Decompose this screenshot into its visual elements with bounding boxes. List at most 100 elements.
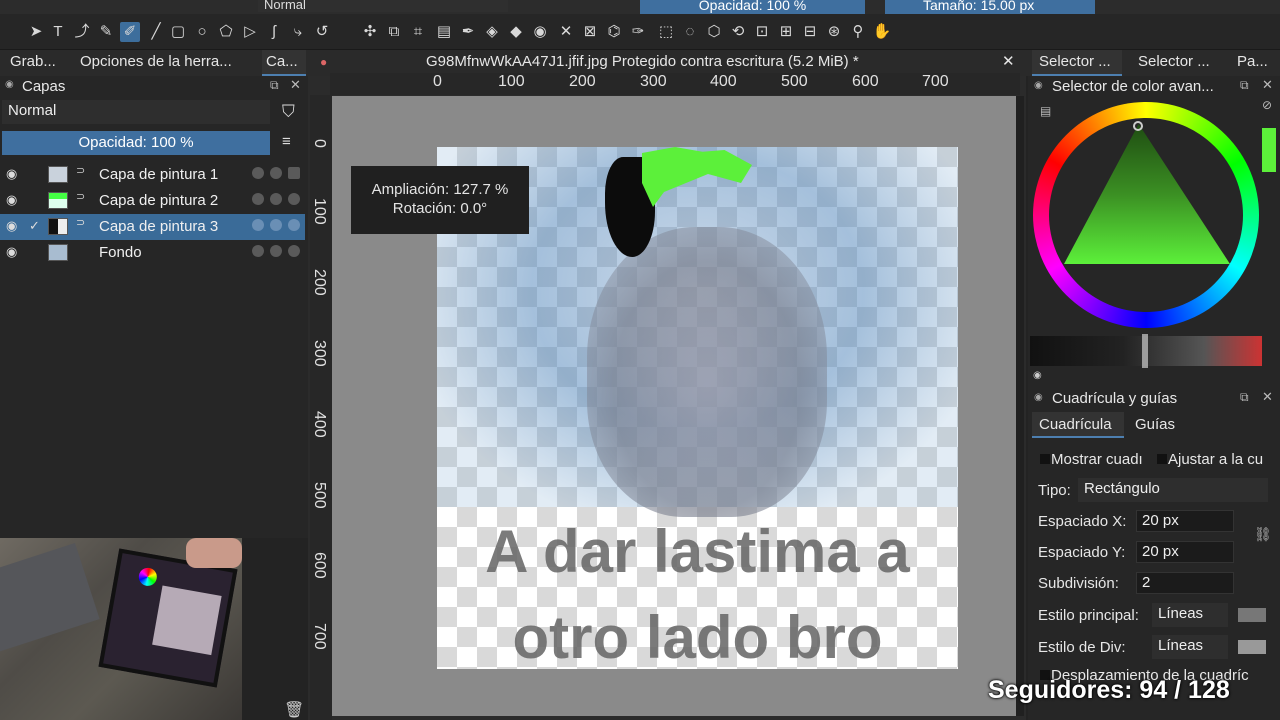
tab-advanced-color-selector[interactable]: Selector ... (1032, 50, 1122, 76)
main-color-swatch[interactable] (1238, 608, 1266, 622)
snap-grid-checkbox[interactable] (1157, 454, 1167, 464)
layer-row[interactable]: ◉ ⊃ Capa de pintura 2 (0, 188, 305, 214)
layer-opacity-slider[interactable]: Opacidad: 100 % (2, 131, 270, 155)
blend-mode-dropdown[interactable]: Normal (258, 0, 508, 12)
inherit-alpha-icon[interactable] (288, 167, 300, 179)
trash-icon[interactable]: 🗑 (284, 700, 304, 720)
div-color-swatch[interactable] (1238, 640, 1266, 654)
minimize-icon[interactable]: ◉ (1033, 370, 1042, 381)
transform-tool-icon[interactable]: ⧉ (384, 22, 404, 42)
history-slider-handle[interactable] (1142, 334, 1148, 368)
calligraphy-icon[interactable]: ✎ (96, 22, 116, 42)
visibility-eye-icon[interactable]: ◉ (6, 244, 17, 260)
alpha-icon[interactable] (270, 167, 282, 179)
tab-brush-presets[interactable]: Grab... (10, 50, 60, 76)
lock-icon[interactable] (252, 193, 264, 205)
main-style-select[interactable]: Líneas (1152, 603, 1228, 627)
close-panel-icon[interactable]: ✕ (1262, 77, 1273, 93)
bezier-select-icon[interactable]: ⊟ (800, 22, 820, 42)
layer-name[interactable]: Fondo (99, 244, 142, 261)
lock-icon[interactable] (252, 167, 264, 179)
ellipse-select-icon[interactable]: ◌ (680, 22, 700, 42)
alpha-icon[interactable] (270, 219, 282, 231)
spacing-x-field[interactable]: 20 px (1136, 510, 1234, 532)
layer-menu-icon[interactable]: ≡ (282, 133, 291, 150)
visibility-eye-icon[interactable]: ◉ (6, 218, 17, 234)
bezier-tool-icon[interactable]: ʃ (264, 22, 284, 42)
close-panel-icon[interactable]: ✕ (1262, 389, 1273, 405)
layer-blend-mode-select[interactable]: Normal (2, 100, 270, 124)
ellipse-tool-icon[interactable]: ○ (192, 22, 212, 42)
layer-name[interactable]: Capa de pintura 2 (99, 192, 218, 209)
tab-color-selector[interactable]: Selector ... (1138, 50, 1220, 76)
freehand-path-icon[interactable]: ⤷ (288, 22, 308, 42)
inherit-alpha-icon[interactable] (288, 193, 300, 205)
layer-row[interactable]: ◉ ⊃ Capa de pintura 1 (0, 162, 305, 188)
div-style-select[interactable]: Líneas (1152, 635, 1228, 659)
color-settings-icon[interactable]: ▤ (1040, 104, 1051, 118)
move-tool-icon[interactable]: ✣ (360, 22, 380, 42)
subdivision-field[interactable]: 2 (1136, 572, 1234, 594)
show-grid-label[interactable]: Mostrar cuadı (1051, 451, 1143, 468)
show-grid-checkbox[interactable] (1040, 454, 1050, 464)
color-picker-handle[interactable] (1133, 121, 1143, 131)
pan-tool-icon[interactable]: ✋ (872, 22, 892, 42)
reference-tool-icon[interactable]: ⌬ (604, 22, 624, 42)
float-panel-icon[interactable]: ⧉ (1240, 78, 1249, 93)
freehand-select-icon[interactable]: ⟲ (728, 22, 748, 42)
layer-row[interactable]: ◉ ✓ ⊃ Capa de pintura 3 (0, 214, 305, 240)
tab-guides[interactable]: Guías (1135, 416, 1175, 433)
fill-tool-icon[interactable]: ◆ (506, 22, 526, 42)
visibility-eye-icon[interactable]: ◉ (6, 192, 17, 208)
smart-patch-icon[interactable]: ◉ (530, 22, 550, 42)
layer-name[interactable]: Capa de pintura 1 (99, 166, 218, 183)
polygon-tool-icon[interactable]: ⬠ (216, 22, 236, 42)
inherit-alpha-icon[interactable] (288, 245, 300, 257)
similar-select-icon[interactable]: ⊞ (776, 22, 796, 42)
opacity-slider[interactable]: Opacidad: 100 % (640, 0, 865, 14)
alpha-icon[interactable] (270, 193, 282, 205)
foreground-color-swatch[interactable] (1262, 128, 1276, 172)
reset-color-icon[interactable]: ⊘ (1262, 98, 1272, 112)
float-panel-icon[interactable]: ⧉ (1240, 390, 1249, 405)
tab-grid[interactable]: Cuadrícula (1039, 416, 1112, 433)
brush-size-slider[interactable]: Tamaño: 15.00 px (885, 0, 1095, 14)
canvas-scrollbar[interactable] (1016, 96, 1024, 716)
snap-grid-label[interactable]: Ajustar a la cu (1168, 451, 1263, 468)
edit-shapes-icon[interactable]: ⤴ (72, 22, 92, 42)
layer-row[interactable]: ◉ Fondo (0, 240, 305, 266)
tab-tool-options[interactable]: Opciones de la herra... (80, 50, 252, 76)
text-tool-icon[interactable]: T (48, 22, 68, 42)
lock-icon[interactable] (252, 245, 264, 257)
magnetic-select-icon[interactable]: ⊛ (824, 22, 844, 42)
brush-tool-icon[interactable]: ✐ (120, 22, 140, 42)
assistant-tool-icon[interactable]: ◈ (482, 22, 502, 42)
rect-select-icon[interactable]: ⬚ (656, 22, 676, 42)
alpha-icon[interactable] (270, 245, 282, 257)
tab-layers[interactable]: Ca... (262, 50, 306, 76)
select-arrow-icon[interactable]: ➤ (26, 22, 46, 42)
zoom-tool-icon[interactable]: ⚲ (848, 22, 868, 42)
tab-palette[interactable]: Pa... (1237, 50, 1277, 76)
pick-icon[interactable]: ✑ (628, 22, 648, 42)
inherit-alpha-icon[interactable] (288, 219, 300, 231)
polygon-select-icon[interactable]: ⬡ (704, 22, 724, 42)
rectangle-tool-icon[interactable]: ▢ (168, 22, 188, 42)
color-picker-icon[interactable]: ✒ (458, 22, 478, 42)
layer-name[interactable]: Capa de pintura 3 (99, 218, 218, 235)
link-chain-icon[interactable]: ⛓ (1254, 526, 1272, 543)
lock-icon[interactable] (252, 219, 264, 231)
filter-icon[interactable]: ⛉ (282, 102, 295, 122)
perspective-grid-icon[interactable]: ⊠ (580, 22, 600, 42)
polyline-tool-icon[interactable]: ▷ (240, 22, 260, 42)
spacing-y-field[interactable]: 20 px (1136, 541, 1234, 563)
measure-tool-icon[interactable]: ✕ (556, 22, 576, 42)
dynamic-brush-icon[interactable]: ↺ (312, 22, 332, 42)
close-panel-icon[interactable]: ✕ (290, 77, 301, 93)
contiguous-select-icon[interactable]: ⊡ (752, 22, 772, 42)
crop-tool-icon[interactable]: ⌗ (408, 22, 428, 42)
line-tool-icon[interactable]: ╱ (146, 22, 166, 42)
grid-type-select[interactable]: Rectángulo (1078, 478, 1268, 502)
visibility-eye-icon[interactable]: ◉ (6, 166, 17, 182)
gradient-tool-icon[interactable]: ▤ (434, 22, 454, 42)
